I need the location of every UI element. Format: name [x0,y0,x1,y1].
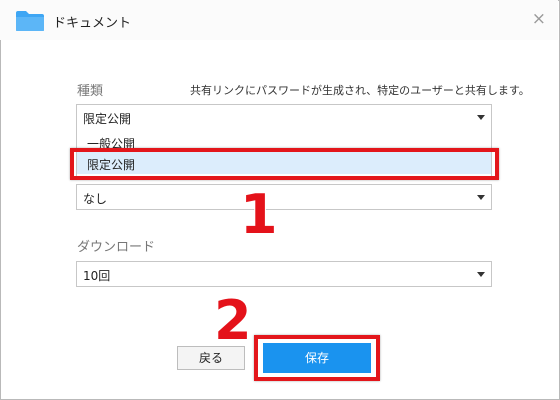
download-select-value: 10回 [83,269,111,283]
close-icon[interactable]: × [532,9,546,29]
back-button[interactable]: 戻る [177,346,245,370]
download-select[interactable]: 10回 [76,261,492,287]
save-button[interactable]: 保存 [263,343,371,373]
window-title: ドキュメント [53,16,132,31]
expiry-select-value: なし [83,192,108,206]
type-description: 共有リンクにパスワードが生成され、特定のユーザーと共有します。 [190,84,530,97]
type-label: 種類 [77,84,104,99]
expiry-select[interactable]: なし [76,184,492,210]
chevron-down-icon [477,195,485,200]
chevron-down-icon [477,272,485,277]
chevron-down-icon [477,115,485,120]
type-select[interactable]: 限定公開 [76,104,492,130]
folder-icon [16,11,44,31]
title-bar: ドキュメント × [0,0,558,40]
step-number-1: 1 [240,183,278,246]
step-number-2: 2 [214,289,252,352]
highlight-box-step1 [70,148,499,180]
download-label: ダウンロード [77,240,156,255]
type-select-value: 限定公開 [83,112,132,126]
